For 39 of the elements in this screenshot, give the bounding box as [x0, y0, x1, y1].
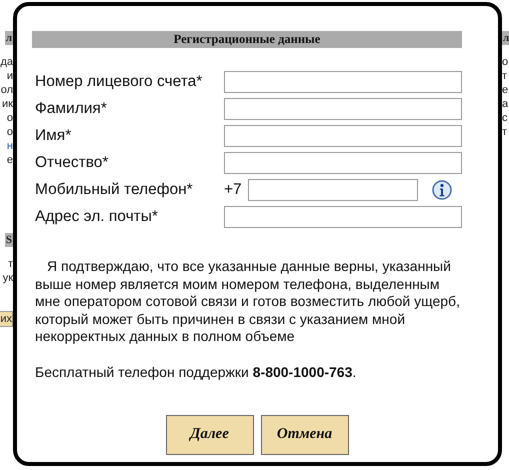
input-field[interactable] — [224, 206, 462, 228]
background-text: о — [502, 55, 508, 69]
dialog-button[interactable]: Далее — [166, 414, 254, 454]
field-label: Имя* — [34, 127, 72, 145]
input-field[interactable] — [224, 98, 462, 120]
background-text: и — [6, 69, 13, 83]
input-field[interactable] — [248, 179, 418, 201]
field-label: Фамилия* — [34, 100, 108, 118]
info-icon[interactable] — [432, 180, 452, 200]
field-label: Номер лицевого счета* — [34, 73, 204, 91]
input-field[interactable] — [224, 71, 462, 93]
agreement-text: Я подтверждаю, что все указанные данные верны, указанный выше номер является моим номером телефона, выделенным мне оператором сотовой связи и готов возместить любой ущерб, который может быть причинен в связи с указанием мной некорректных данных в полном объеме — [35, 258, 461, 346]
input-field[interactable] — [224, 152, 462, 174]
background-text: т — [8, 257, 13, 271]
background-text: о — [6, 125, 13, 139]
background-text: с — [502, 111, 508, 125]
background-text: т — [502, 69, 508, 83]
background-text: т — [502, 125, 508, 139]
field-label: Адрес эл. почты* — [34, 208, 159, 226]
background-text: ик — [2, 97, 13, 111]
background-text: ук — [2, 271, 13, 285]
background-text: а — [502, 97, 508, 111]
background-text: ол — [0, 83, 13, 97]
dialog-button[interactable]: Отмена — [260, 414, 348, 454]
background-text: л — [502, 31, 509, 45]
background-text: е — [6, 153, 13, 167]
background-text: S — [4, 233, 13, 247]
dialog-title: Регистрационные данные — [32, 31, 462, 48]
background-text: о — [6, 111, 13, 125]
background-text: да — [0, 55, 13, 69]
background-text: н — [6, 139, 13, 153]
background-text: е — [502, 83, 508, 97]
phone-prefix: +7 — [224, 181, 243, 199]
field-label: Мобильный телефон* — [34, 181, 194, 199]
field-label: Отчество* — [34, 154, 110, 172]
background-text: л — [4, 31, 13, 45]
input-field[interactable] — [224, 125, 462, 147]
background-text: их — [0, 311, 13, 327]
support-phone-text: Бесплатный телефон поддержки 8-800-1000-763. — [35, 364, 358, 380]
